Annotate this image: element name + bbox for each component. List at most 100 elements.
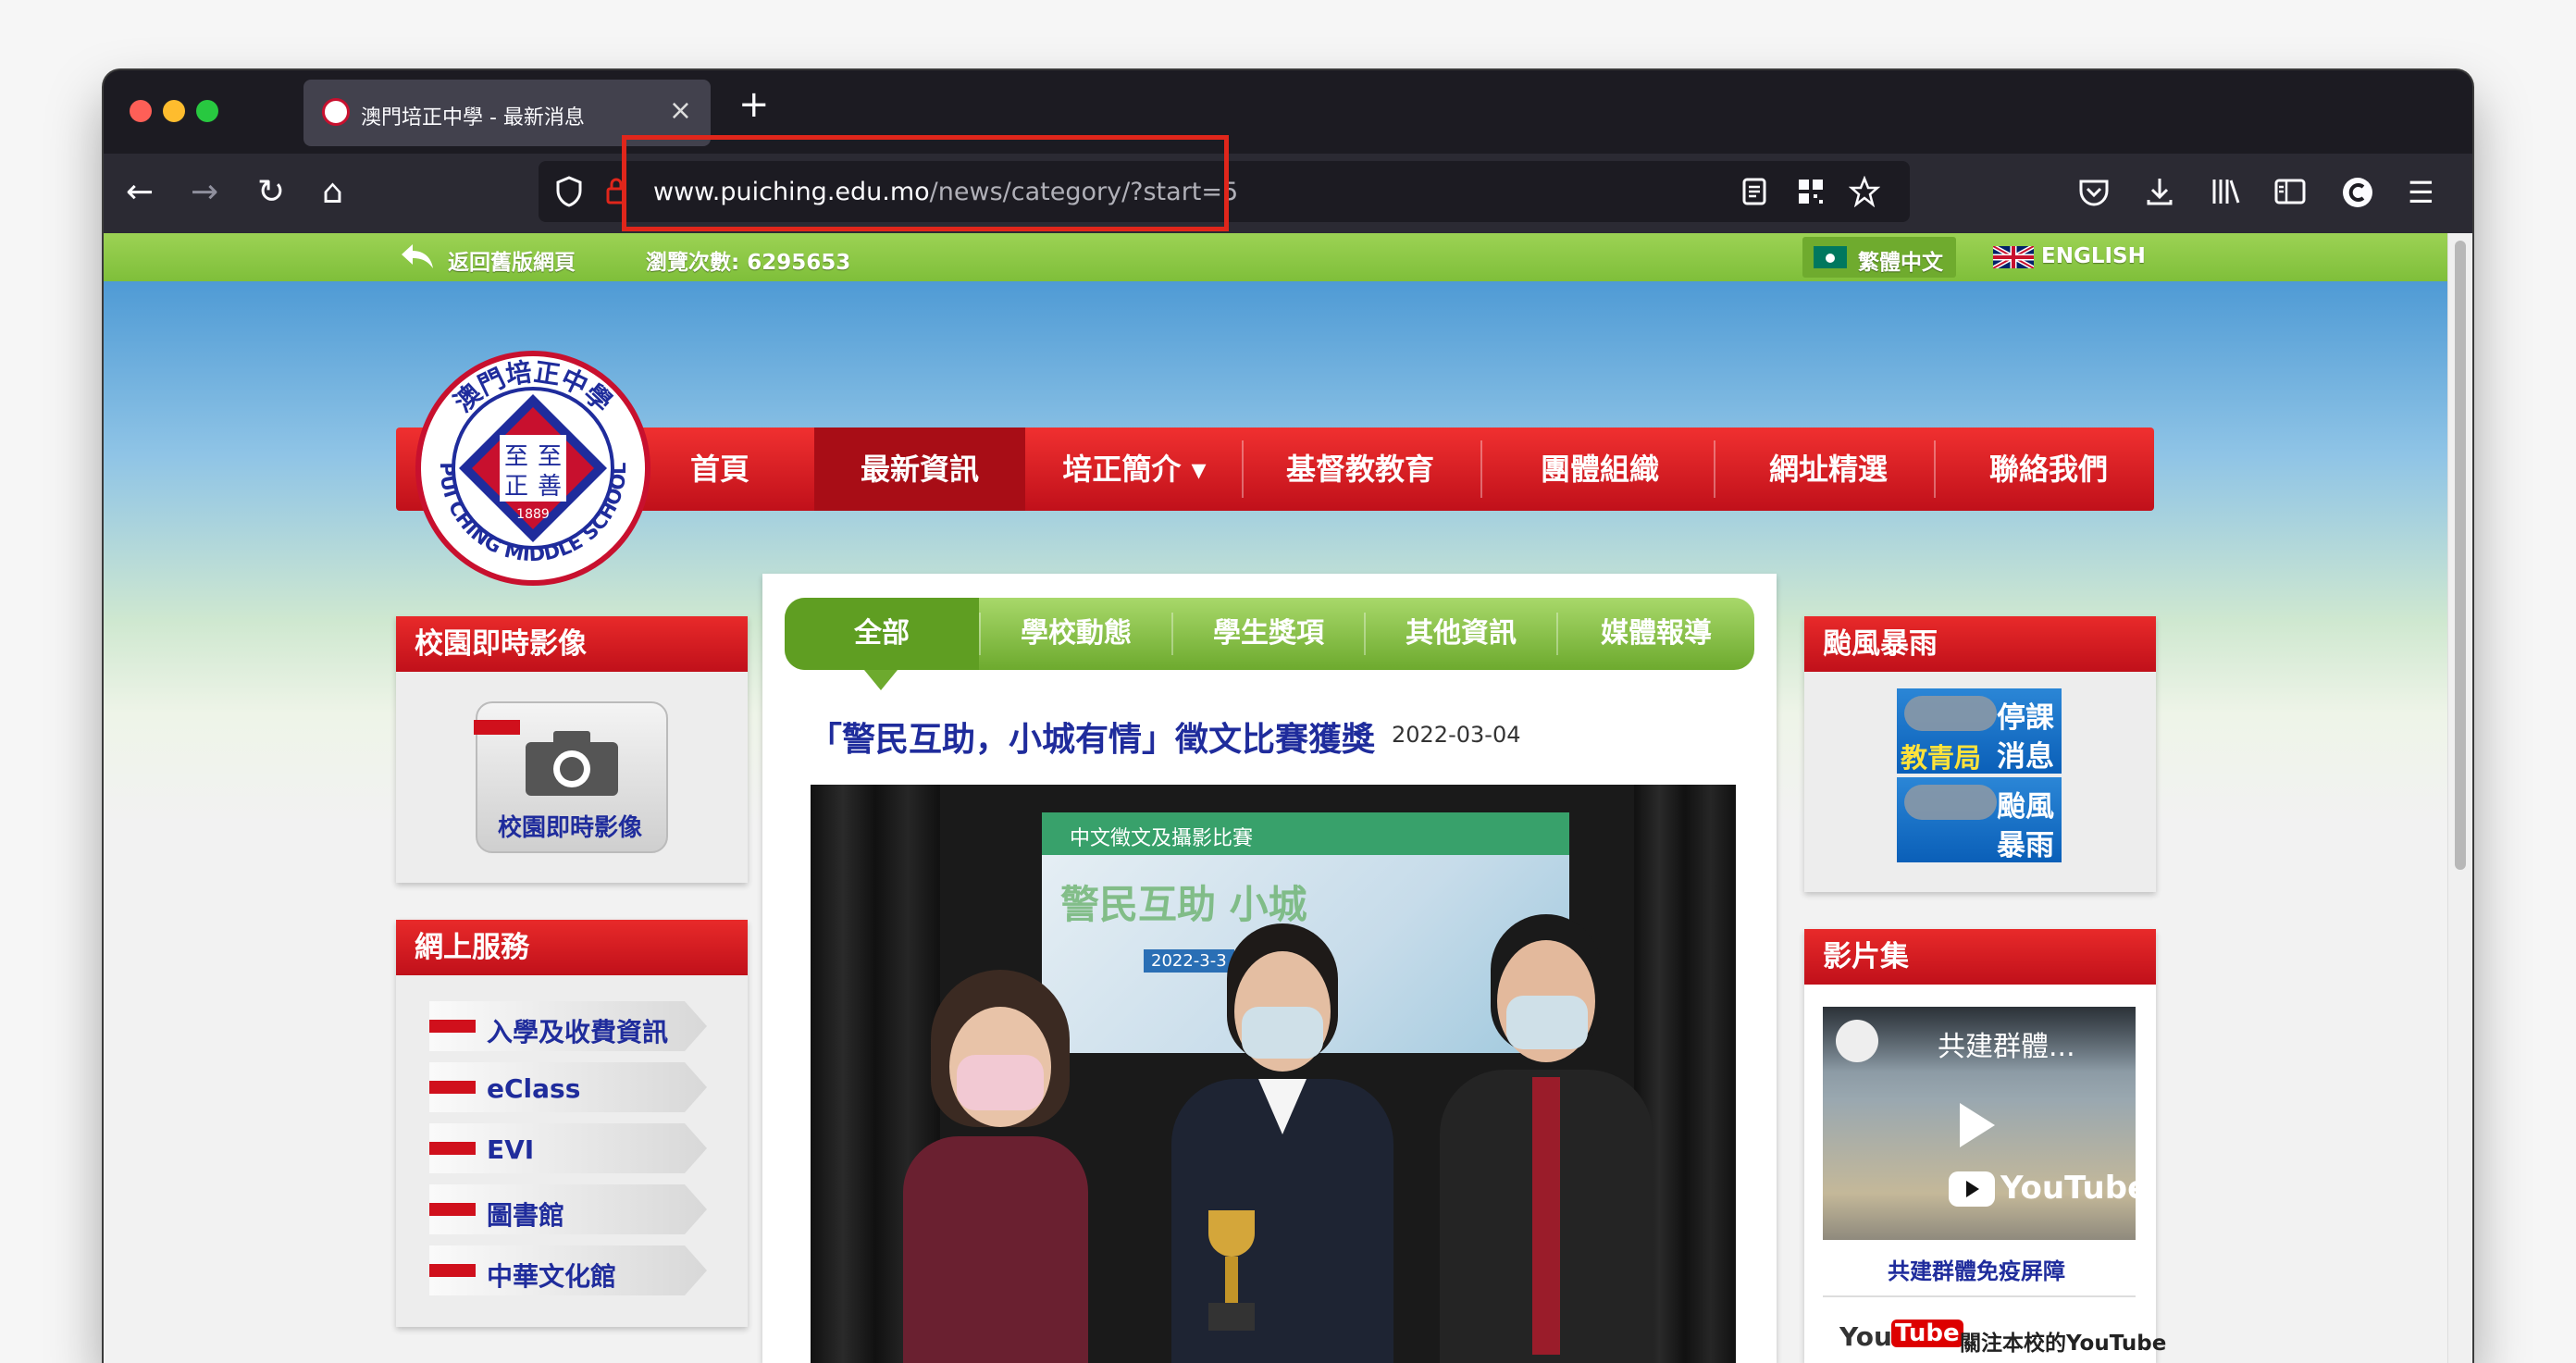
minimize-window-button[interactable] <box>163 100 185 122</box>
service-label: EVI <box>487 1134 535 1165</box>
reader-view-icon[interactable] <box>1741 178 1767 205</box>
qr-code-icon[interactable] <box>1797 178 1825 205</box>
photo-person-left <box>903 970 1088 1363</box>
logo-motto-2: 至 <box>538 443 562 471</box>
account-icon[interactable] <box>2341 176 2374 209</box>
video-thumbnail[interactable]: 共建群體... YouTube <box>1823 1007 2136 1240</box>
photo-banner-text: 中文徵文及攝影比賽 <box>1070 827 1254 850</box>
nav-separator <box>1934 440 1936 498</box>
nav-organizations[interactable]: 團體組織 <box>1493 427 1706 511</box>
sidebar-icon[interactable] <box>2274 178 2306 205</box>
nav-about[interactable]: 培正簡介 ▾ <box>1040 427 1229 511</box>
return-arrow-icon[interactable] <box>400 241 435 272</box>
service-link-evi[interactable]: EVI <box>429 1123 707 1173</box>
lang-zh-button[interactable]: 繁體中文 <box>1802 237 1956 278</box>
page-scrollbar[interactable] <box>2447 233 2472 1363</box>
play-button-icon[interactable] <box>1960 1103 1995 1147</box>
youtube-tube: Tube <box>1891 1320 1963 1347</box>
library-icon[interactable] <box>2210 176 2241 207</box>
rainstorm-label: 暴雨 <box>1997 829 2054 862</box>
back-icon[interactable]: ← <box>126 174 154 211</box>
school-logo[interactable]: 至 至 正 善 1889 澳門培正中學 PUI CHING MIDDLE SCH… <box>415 350 651 587</box>
nav-christian-education[interactable]: 基督教教育 <box>1253 427 1468 511</box>
close-window-button[interactable] <box>130 100 152 122</box>
red-tag <box>429 1203 476 1216</box>
video-panel: 影片集 共建群體... YouTube 共建群體免疫屏障 You Tube 關注… <box>1804 929 2166 1363</box>
typhoon-panel: 颱風暴雨 教青局 停課 消息 颱風 暴雨 <box>1804 616 2156 892</box>
divider <box>1823 1295 2136 1297</box>
photo-banner-bar: 中文徵文及攝影比賽 <box>1042 812 1569 855</box>
nav-separator <box>1242 440 1244 498</box>
tab-other-info[interactable]: 其他資訊 <box>1366 598 1556 670</box>
reload-icon[interactable]: ↻ <box>257 174 285 211</box>
bookmark-star-icon[interactable] <box>1849 176 1880 207</box>
site-top-bar: 返回舊版網頁 瀏覽次數: 6295653 繁體中文 ENGLISH <box>104 233 2448 281</box>
video-caption: 共建群體... <box>1938 1031 2075 1063</box>
tab-school-news[interactable]: 學校動態 <box>981 598 1171 670</box>
macau-flag-icon <box>1814 246 1847 268</box>
red-tag <box>429 1264 476 1277</box>
camera-icon <box>526 731 618 796</box>
youtube-follow-text: 關注本校的YouTube <box>1960 1332 2167 1356</box>
tab-strip: 澳門培正中學 - 最新消息 × + <box>104 70 2472 154</box>
logo-motto-4: 善 <box>538 473 562 501</box>
lang-zh-label: 繁體中文 <box>1858 251 1943 275</box>
old-site-link[interactable]: 返回舊版網頁 <box>448 244 576 276</box>
video-link[interactable]: 共建群體免疫屏障 <box>1888 1253 2065 1285</box>
youtube-follow-link[interactable]: You Tube 關注本校的YouTube <box>1839 1318 2166 1358</box>
pocket-icon[interactable] <box>2078 178 2110 207</box>
service-link-chinese-culture[interactable]: 中華文化館 <box>429 1245 707 1295</box>
tab-student-awards[interactable]: 學生獎項 <box>1173 598 1364 670</box>
typhoon-title: 颱風暴雨 <box>1804 616 2156 672</box>
menu-icon[interactable]: ☰ <box>2408 174 2434 211</box>
typhoon-label: 颱風 <box>1997 790 2054 824</box>
channel-avatar-icon <box>1836 1020 1878 1062</box>
youtube-logo-icon <box>1949 1171 1995 1207</box>
photo-person-right <box>1440 914 1653 1363</box>
nav-separator <box>1480 440 1482 498</box>
nav-home[interactable]: 首頁 <box>655 427 785 511</box>
web-page: 返回舊版網頁 瀏覽次數: 6295653 繁體中文 ENGLISH 首頁 最新資… <box>104 233 2448 1363</box>
nav-links[interactable]: 網址精選 <box>1725 427 1932 511</box>
nav-contact[interactable]: 聯絡我們 <box>1943 427 2154 511</box>
browser-window: 澳門培正中學 - 最新消息 × + ← → ↻ ⌂ www.puiching.e… <box>104 70 2472 1363</box>
shield-icon[interactable] <box>555 176 583 207</box>
photo-trophy <box>1199 1210 1264 1331</box>
service-link-eclass[interactable]: eClass <box>429 1062 707 1112</box>
photo-slogan: 警民互助 小城 <box>1060 882 1307 927</box>
main-nav: 首頁 最新資訊 培正簡介 ▾ 基督教教育 團體組織 網址精選 聯絡我們 <box>396 427 2154 511</box>
nav-latest-news[interactable]: 最新資訊 <box>814 427 1025 511</box>
favicon-icon <box>322 98 350 126</box>
campus-camera-label: 校園即時影像 <box>498 814 643 842</box>
zoom-window-button[interactable] <box>196 100 218 122</box>
red-tag <box>429 1081 476 1094</box>
news-label: 消息 <box>1997 740 2054 774</box>
typhoon-rainstorm-link[interactable]: 颱風 暴雨 <box>1897 777 2062 862</box>
forward-icon[interactable]: → <box>191 174 218 211</box>
new-tab-button[interactable]: + <box>738 83 770 126</box>
tab-close-icon[interactable]: × <box>669 94 692 127</box>
lang-en-button[interactable]: ENGLISH <box>1986 237 2146 278</box>
news-photo[interactable]: 中文徵文及攝影比賽 警民互助 小城 2022-3-3 <box>811 785 1736 1363</box>
nav-separator <box>1714 440 1715 498</box>
scrollbar-thumb[interactable] <box>2455 241 2466 870</box>
home-icon[interactable]: ⌂ <box>322 174 343 211</box>
downloads-icon[interactable] <box>2145 176 2174 207</box>
tab-title: 澳門培正中學 - 最新消息 <box>361 106 585 130</box>
nav-toolbar: ← → ↻ ⌂ www.puiching.edu.mo/news/categor… <box>104 154 2472 233</box>
campus-camera-title: 校園即時影像 <box>396 616 748 672</box>
service-label: eClass <box>487 1073 581 1104</box>
youtube-you: You <box>1839 1321 1892 1352</box>
suspension-label: 停課 <box>1997 701 2054 735</box>
service-link-admission[interactable]: 入學及收費資訊 <box>429 1001 707 1051</box>
campus-camera-button[interactable]: 校園即時影像 <box>474 701 668 853</box>
red-tag <box>474 720 520 735</box>
news-headline[interactable]: 「警民互助，小城有情」徵文比賽獲獎 <box>809 712 1375 761</box>
typhoon-class-suspension-link[interactable]: 教青局 停課 消息 <box>1897 688 2062 774</box>
tab-all[interactable]: 全部 <box>785 598 979 670</box>
online-services-panel: 網上服務 入學及收費資訊 eClass EVI 圖書館 中華文化館 <box>396 920 748 1327</box>
lang-en-label: ENGLISH <box>2041 244 2146 268</box>
service-link-library[interactable]: 圖書館 <box>429 1184 707 1234</box>
tab-media-reports[interactable]: 媒體報導 <box>1558 598 1754 670</box>
online-services-body: 入學及收費資訊 eClass EVI 圖書館 中華文化館 <box>396 975 748 1327</box>
